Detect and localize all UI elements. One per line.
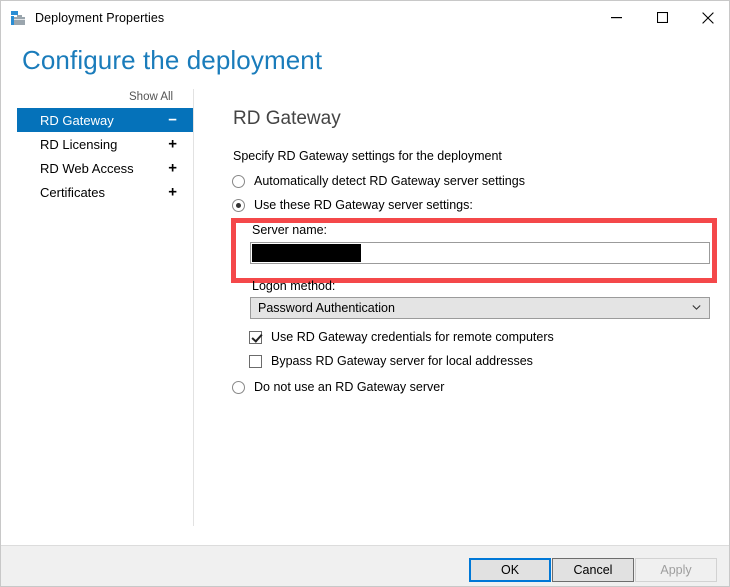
radio-do-not-use-gateway[interactable]: Do not use an RD Gateway server xyxy=(232,380,444,394)
checkbox-bypass-local-addresses-label: Bypass RD Gateway server for local addre… xyxy=(271,354,533,368)
sidebar-item-rd-gateway[interactable]: RD Gateway − xyxy=(17,108,193,132)
section-title: RD Gateway xyxy=(233,108,341,130)
chevron-down-icon[interactable] xyxy=(692,304,701,313)
checkbox-checked-icon[interactable] xyxy=(249,331,262,344)
sidebar-item-rd-licensing[interactable]: RD Licensing + xyxy=(17,132,193,156)
deployment-properties-dialog: Deployment Properties Configure the depl xyxy=(0,0,730,587)
window-controls xyxy=(593,1,730,34)
radio-icon[interactable] xyxy=(232,381,245,394)
maximize-button[interactable] xyxy=(639,1,685,34)
page-title: Configure the deployment xyxy=(22,45,322,76)
deployment-properties-icon xyxy=(10,10,27,26)
expand-plus-icon[interactable]: + xyxy=(168,161,177,176)
sidebar-item-certificates[interactable]: Certificates + xyxy=(17,180,193,204)
radio-selected-icon[interactable] xyxy=(232,199,245,212)
radio-do-not-use-label: Do not use an RD Gateway server xyxy=(254,380,444,394)
logon-method-selected-value: Password Authentication xyxy=(258,301,395,315)
checkbox-use-gateway-credentials[interactable]: Use RD Gateway credentials for remote co… xyxy=(249,330,554,344)
title-bar: Deployment Properties xyxy=(1,1,730,34)
logon-method-label: Logon method: xyxy=(252,279,335,293)
close-button[interactable] xyxy=(685,1,730,34)
radio-use-these-label: Use these RD Gateway server settings: xyxy=(254,198,473,212)
collapse-minus-icon[interactable]: − xyxy=(168,113,177,128)
section-description: Specify RD Gateway settings for the depl… xyxy=(233,149,502,163)
server-name-input[interactable] xyxy=(250,242,710,264)
sidebar-item-label: RD Gateway xyxy=(40,113,114,128)
sidebar-item-rd-web-access[interactable]: RD Web Access + xyxy=(17,156,193,180)
radio-icon[interactable] xyxy=(232,175,245,188)
checkbox-use-gateway-credentials-label: Use RD Gateway credentials for remote co… xyxy=(271,330,554,344)
show-all-link[interactable]: Show All xyxy=(129,91,173,103)
logon-method-dropdown[interactable]: Password Authentication xyxy=(250,297,710,319)
sidebar-item-label: Certificates xyxy=(40,185,105,200)
apply-button[interactable]: Apply xyxy=(635,558,717,582)
ok-button[interactable]: OK xyxy=(469,558,551,582)
minimize-button[interactable] xyxy=(593,1,639,34)
sidebar-divider xyxy=(193,89,194,526)
radio-auto-detect-label: Automatically detect RD Gateway server s… xyxy=(254,174,525,188)
sidebar-nav: RD Gateway − RD Licensing + RD Web Acces… xyxy=(17,108,193,204)
sidebar-item-label: RD Web Access xyxy=(40,161,134,176)
window-title: Deployment Properties xyxy=(35,11,164,25)
server-name-label: Server name: xyxy=(252,223,327,237)
expand-plus-icon[interactable]: + xyxy=(168,185,177,200)
radio-auto-detect[interactable]: Automatically detect RD Gateway server s… xyxy=(232,174,525,188)
checkbox-unchecked-icon[interactable] xyxy=(249,355,262,368)
cancel-button[interactable]: Cancel xyxy=(552,558,634,582)
expand-plus-icon[interactable]: + xyxy=(168,137,177,152)
sidebar-item-label: RD Licensing xyxy=(40,137,117,152)
radio-use-these-settings[interactable]: Use these RD Gateway server settings: xyxy=(232,198,473,212)
checkbox-bypass-local-addresses[interactable]: Bypass RD Gateway server for local addre… xyxy=(249,354,533,368)
